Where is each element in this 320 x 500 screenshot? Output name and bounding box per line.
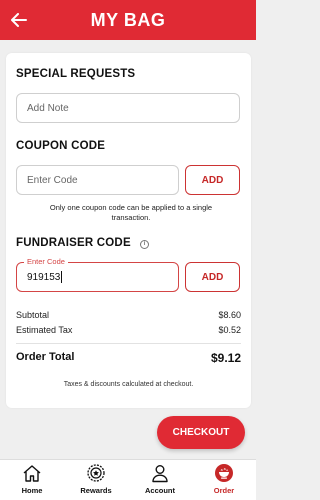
person-icon [150, 463, 170, 483]
order-total-value: $9.12 [210, 351, 241, 365]
nav-item-order[interactable]: Order [192, 460, 256, 500]
fundraiser-floating-label: Enter Code [24, 257, 68, 266]
rewards-badge-icon [86, 463, 106, 483]
checkout-button[interactable]: CHECKOUT [157, 416, 245, 449]
subtotal-value: $8.60 [218, 310, 241, 320]
coupon-add-button[interactable]: ADD [185, 165, 240, 195]
tax-label: Estimated Tax [16, 325, 73, 335]
coupon-code-field[interactable]: Enter Code [16, 165, 179, 195]
bag-card: SPECIAL REQUESTS Add Note COUPON CODE En… [6, 53, 251, 408]
summary-divider [16, 343, 241, 344]
tax-row: Estimated Tax $0.52 [16, 325, 241, 335]
nav-label-home: Home [21, 486, 43, 495]
fundraiser-code-value: 919153 [27, 271, 61, 283]
add-note-field[interactable]: Add Note [16, 93, 240, 123]
home-icon [22, 463, 42, 483]
fundraiser-code-field[interactable]: Enter Code 919153 [16, 257, 179, 292]
checkout-note: Taxes & discounts calculated at checkout… [63, 381, 194, 388]
subtotal-label: Subtotal [16, 310, 50, 320]
add-note-placeholder: Add Note [27, 102, 69, 114]
nav-item-rewards[interactable]: Rewards [64, 460, 128, 500]
order-bowl-icon [214, 463, 234, 483]
nav-label-order: Order [213, 486, 235, 495]
bottom-nav: Home Rewards Account Order [0, 459, 256, 500]
subtotal-row: Subtotal $8.60 [16, 310, 241, 320]
nav-item-account[interactable]: Account [128, 460, 192, 500]
tax-value: $0.52 [218, 325, 241, 335]
special-requests-title: SPECIAL REQUESTS [16, 68, 136, 80]
nav-item-home[interactable]: Home [0, 460, 64, 500]
order-total-row: Order Total $9.12 [16, 351, 241, 365]
text-caret [61, 271, 63, 283]
fundraiser-add-button[interactable]: ADD [185, 262, 240, 292]
info-icon[interactable]: i [140, 239, 150, 249]
fundraiser-code-title: FUNDRAISER CODE i [16, 237, 150, 249]
app-header: MY BAG [0, 0, 256, 40]
coupon-code-title: COUPON CODE [16, 140, 106, 152]
fundraiser-code-title-text: FUNDRAISER CODE [16, 237, 131, 249]
nav-label-rewards: Rewards [80, 486, 112, 495]
nav-label-account: Account [145, 486, 175, 495]
coupon-code-placeholder: Enter Code [27, 174, 78, 186]
order-total-label: Order Total [16, 351, 75, 363]
coupon-note: Only one coupon code can be applied to a… [49, 203, 213, 222]
page-title: MY BAG [90, 10, 166, 30]
